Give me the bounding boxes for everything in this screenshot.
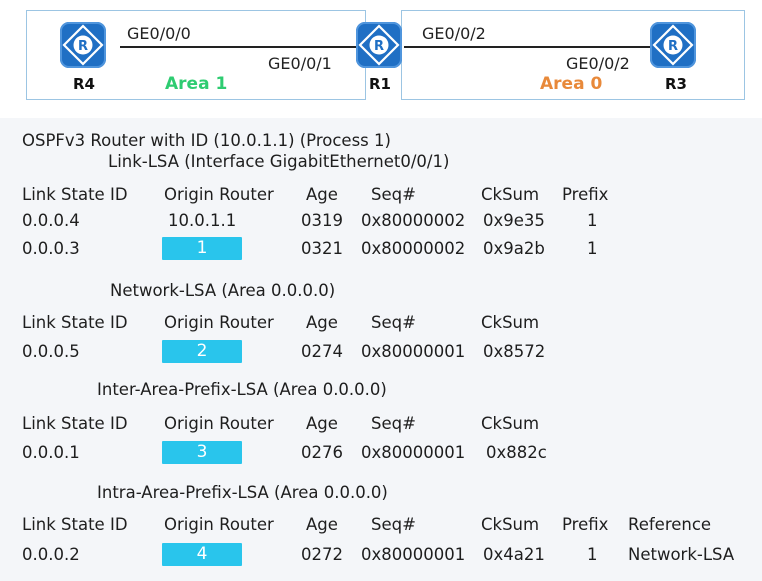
link-lsa-row2-age: 0321 [301, 239, 343, 258]
svg-text:R: R [668, 39, 678, 54]
router-r3-icon[interactable]: R [650, 22, 696, 68]
inter-area-col-age: Age [306, 414, 338, 433]
inter-area-col-origin-router: Origin Router [164, 414, 274, 433]
router-r3-label: R3 [665, 75, 687, 93]
intra-area-row1-prefix: 1 [587, 545, 598, 564]
link-lsa-row1-link-state-id: 0.0.0.4 [22, 211, 80, 230]
intra-area-row1-link-state-id: 0.0.0.2 [22, 545, 80, 564]
link-lsa-row1-cksum: 0x9e35 [483, 211, 545, 230]
svg-text:R: R [374, 39, 384, 54]
blank-4: 4 [162, 543, 242, 566]
network-lsa-col-seq: Seq# [371, 313, 416, 332]
intra-area-col-seq: Seq# [371, 515, 416, 534]
r1-left-interface-label: GE0/0/1 [268, 54, 332, 73]
link-lsa-row1-prefix: 1 [587, 211, 598, 230]
network-lsa-col-origin-router: Origin Router [164, 313, 274, 332]
inter-area-row1-cksum: 0x882c [486, 443, 547, 462]
inter-area-col-link-state-id: Link State ID [22, 414, 128, 433]
r1-right-interface-label: GE0/0/2 [422, 24, 486, 43]
blank-1: 1 [162, 237, 242, 260]
inter-area-prefix-lsa-title: Inter-Area-Prefix-LSA (Area 0.0.0.0) [97, 380, 387, 399]
router-r1-label: R1 [369, 75, 391, 93]
link-lsa-col-seq: Seq# [371, 185, 416, 204]
r4-interface-label: GE0/0/0 [127, 24, 191, 43]
link-lsa-row1-origin-router: 10.0.1.1 [168, 211, 237, 230]
network-lsa-row1-age: 0274 [301, 342, 343, 361]
inter-area-row1-age: 0276 [301, 443, 343, 462]
link-r4-r1 [120, 46, 360, 48]
inter-area-col-cksum: CkSum [481, 414, 540, 433]
inter-area-row1-link-state-id: 0.0.0.1 [22, 443, 80, 462]
link-r1-r3 [404, 46, 650, 48]
network-lsa-row1-seq: 0x80000001 [361, 342, 466, 361]
link-lsa-row2-link-state-id: 0.0.0.3 [22, 239, 80, 258]
link-lsa-row2-seq: 0x80000002 [361, 239, 466, 258]
network-lsa-title: Network-LSA (Area 0.0.0.0) [110, 281, 336, 300]
r3-interface-label: GE0/0/2 [566, 54, 630, 73]
intra-area-row1-age: 0272 [301, 545, 343, 564]
link-lsa-col-link-state-id: Link State ID [22, 185, 128, 204]
inter-area-row1-seq: 0x80000001 [361, 443, 466, 462]
svg-text:R: R [78, 39, 88, 54]
network-lsa-row1-link-state-id: 0.0.0.5 [22, 342, 80, 361]
network-lsa-col-link-state-id: Link State ID [22, 313, 128, 332]
network-lsa-col-cksum: CkSum [481, 313, 540, 332]
link-lsa-row1-seq: 0x80000002 [361, 211, 466, 230]
link-lsa-row2-cksum: 0x9a2b [483, 239, 545, 258]
network-lsa-col-age: Age [306, 313, 338, 332]
link-lsa-col-cksum: CkSum [481, 185, 540, 204]
blank-3: 3 [162, 441, 242, 464]
inter-area-col-seq: Seq# [371, 414, 416, 433]
area-0-label: Area 0 [540, 74, 603, 94]
link-lsa-col-origin-router: Origin Router [164, 185, 274, 204]
intra-area-col-age: Age [306, 515, 338, 534]
output-header: OSPFv3 Router with ID (10.0.1.1) (Proces… [22, 131, 391, 150]
intra-area-col-cksum: CkSum [481, 515, 540, 534]
intra-area-prefix-lsa-title: Intra-Area-Prefix-LSA (Area 0.0.0.0) [97, 483, 388, 502]
router-r4-icon[interactable]: R [60, 22, 106, 68]
area-1-label: Area 1 [165, 74, 228, 94]
router-r1-icon[interactable]: R [356, 22, 402, 68]
intra-area-col-origin-router: Origin Router [164, 515, 274, 534]
link-lsa-title: Link-LSA (Interface GigabitEthernet0/0/1… [108, 152, 450, 171]
intra-area-col-link-state-id: Link State ID [22, 515, 128, 534]
link-lsa-col-prefix: Prefix [562, 185, 609, 204]
intra-area-row1-cksum: 0x4a21 [483, 545, 545, 564]
intra-area-col-prefix: Prefix [562, 515, 609, 534]
intra-area-row1-seq: 0x80000001 [361, 545, 466, 564]
link-lsa-row1-age: 0319 [301, 211, 343, 230]
blank-2: 2 [162, 340, 242, 363]
intra-area-col-reference: Reference [628, 515, 712, 534]
link-lsa-col-age: Age [306, 185, 338, 204]
link-lsa-row2-prefix: 1 [587, 239, 598, 258]
intra-area-row1-reference: Network-LSA [628, 545, 735, 564]
network-lsa-row1-cksum: 0x8572 [483, 342, 546, 361]
router-r4-label: R4 [73, 75, 95, 93]
